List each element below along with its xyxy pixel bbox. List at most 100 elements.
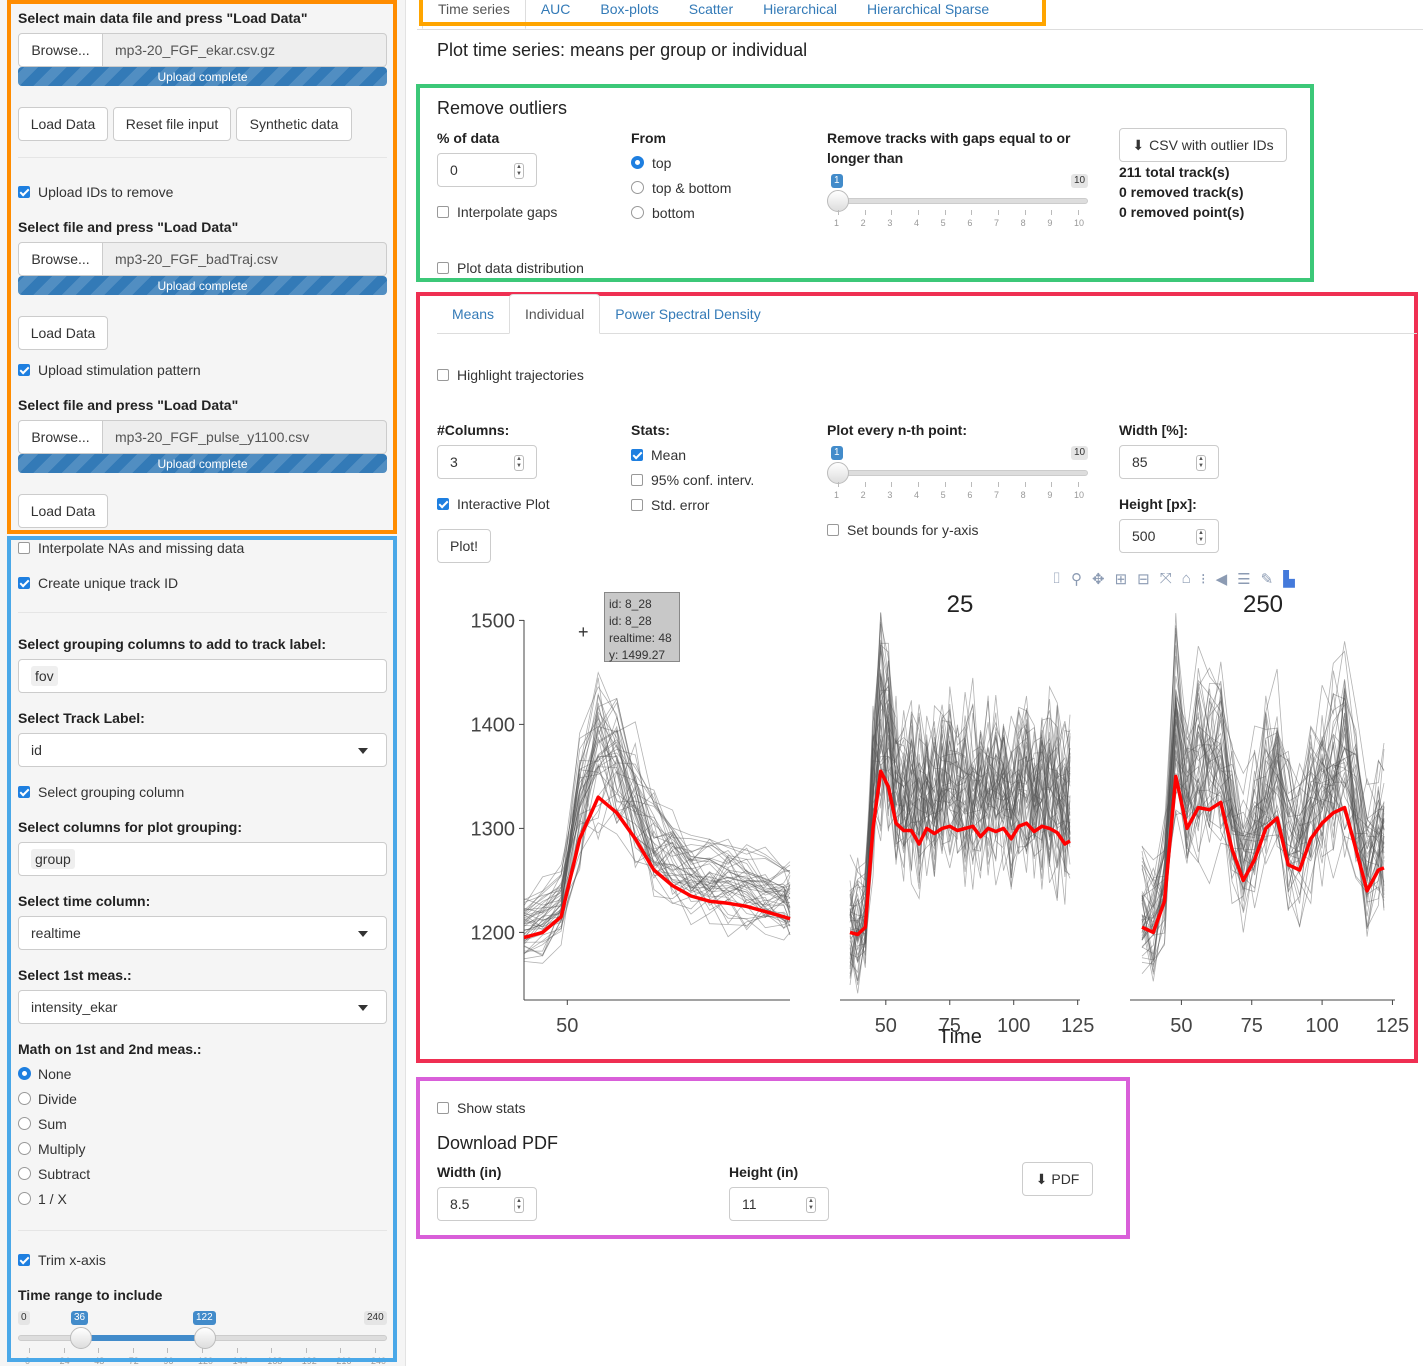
y-tick-label: 1500 [471,610,516,632]
tabs-underline [417,29,1423,30]
nth-slider-track[interactable] [830,470,1088,476]
tab-individual[interactable]: Individual [509,294,601,334]
spinner-icon[interactable]: ▲ ▼ [1196,455,1206,471]
columns-label: #Columns: [437,422,510,438]
slider-tick-label: 9 [1047,490,1053,500]
camera-icon[interactable]: ⌷ [1052,570,1061,590]
highlight-box-sidebar-bottom [7,536,397,1362]
slider-tick [1078,482,1079,487]
x-tick-label: 125 [1376,1015,1409,1037]
from-option-label: bottom [652,205,695,221]
tooltip-line: id: 8_28 [609,597,652,611]
gap-slider-track[interactable] [830,198,1088,204]
pdf-height-label: Height (in) [729,1164,799,1180]
highlight-label: Highlight trajectories [457,367,584,383]
pdf-height-input[interactable]: 11 ▲ ▼ [729,1187,829,1221]
hover-closest-icon[interactable]: ◀ [1216,570,1228,590]
interp-gaps-checkbox[interactable] [437,206,449,218]
spinner-icon[interactable]: ▲ ▼ [514,455,524,471]
hover-tooltip: id: 8_28 id: 8_28 realtime: 48 y: 1499.2… [604,592,680,662]
highlight-checkbox[interactable] [437,369,449,381]
slider-tick-label: 8 [1020,218,1026,228]
x-tick-label: 50 [556,1015,578,1037]
csv-button-label: CSV with outlier IDs [1149,137,1274,153]
plot-button[interactable]: Plot! [437,529,491,563]
slider-tick [864,210,866,215]
home-icon[interactable]: ⌂ [1182,570,1191,590]
y-tick-label: 1300 [471,818,516,840]
spinner-icon[interactable]: ▲ ▼ [1196,529,1206,545]
width-input[interactable]: 85 ▲ ▼ [1119,445,1219,479]
stats-option-label: 95% conf. interv. [651,472,755,488]
zoom-out-icon[interactable]: ⊟ [1137,570,1150,590]
tab-psd[interactable]: Power Spectral Density [600,294,776,334]
zoom-in-icon[interactable]: ⊞ [1115,570,1128,590]
autoscale-icon[interactable]: ⤧ [1160,570,1172,590]
interactive-checkbox[interactable] [437,498,449,510]
x-tick-label: 50 [875,1015,897,1037]
pct-input[interactable]: 0 ▲ ▼ [437,153,537,187]
slider-tick-label: 10 [1074,218,1085,228]
height-input[interactable]: 500 ▲ ▼ [1119,519,1219,553]
slider-tick-label: 9 [1047,218,1053,228]
slider-tick-label: 7 [994,490,1000,500]
slider-tick [971,210,973,215]
slider-tick-label: 2 [860,218,866,228]
columns-value: 3 [450,454,458,470]
slider-tick [1024,482,1026,487]
tab-means[interactable]: Means [437,294,509,334]
removed-points: 0 removed point(s) [1119,204,1245,220]
slider-tick-label: 10 [1074,490,1085,500]
time-series-chart[interactable]: 50120013001400150050 75 100 1252550 75 100 125… [440,590,1420,1050]
plotly-logo-icon[interactable]: ▙ [1283,570,1295,590]
from-radio-bottom[interactable] [631,206,644,219]
show-stats-checkbox[interactable] [437,1102,449,1114]
interactive-label: Interactive Plot [457,496,550,512]
slider-tick [864,482,866,487]
gaps-label-1: Remove tracks with gaps equal to or [827,130,1071,146]
gap-slider-handle[interactable] [827,190,849,212]
height-value: 500 [1132,528,1156,544]
slider-tick-label: 4 [914,490,920,500]
from-radio-top[interactable] [631,156,644,169]
zoom-icon[interactable]: ⚲ [1071,570,1082,590]
from-option-label: top & bottom [652,180,732,196]
from-radio-top-bottom[interactable] [631,181,644,194]
csv-outlier-button[interactable]: ⬇ CSV with outlier IDs [1119,128,1287,162]
pdf-width-input[interactable]: 8.5 ▲ ▼ [437,1187,537,1221]
stats-label: Stats: [631,422,670,438]
spike-lines-icon[interactable]: ⁝ [1201,570,1206,590]
x-axis-label: Time [938,1026,982,1048]
x-tick-label: 100 [997,1015,1030,1037]
slider-tick-label: 6 [967,490,973,500]
nth-slider-handle[interactable] [827,462,849,484]
stats-se-checkbox[interactable] [631,499,643,511]
plot-dist-checkbox[interactable] [437,262,449,274]
download-icon: ⬇ [1035,1170,1048,1187]
stats-ci-checkbox[interactable] [631,474,643,486]
spinner-icon[interactable]: ▲ ▼ [806,1197,816,1213]
gap-slider-max: 10 [1071,174,1089,188]
download-icon: ⬇ [1132,136,1145,153]
slider-tick-label: 1 [834,490,840,500]
columns-input[interactable]: 3 ▲ ▼ [437,445,537,479]
stats-option-label: Std. error [651,497,710,513]
slider-tick-label: 5 [940,218,946,228]
pdf-download-button[interactable]: ⬇ PDF [1022,1162,1093,1196]
ybounds-checkbox[interactable] [827,524,839,536]
spinner-icon[interactable]: ▲ ▼ [514,163,524,179]
plot-tabs: Means Individual Power Spectral Density [437,294,776,334]
pan-icon[interactable]: ✥ [1092,570,1105,590]
spinner-icon[interactable]: ▲ ▼ [514,1197,524,1213]
slider-tick [998,210,999,215]
y-tick-label: 1200 [471,922,516,944]
slider-tick [918,482,919,487]
edit-icon[interactable]: ✎ [1261,570,1274,590]
stats-mean-checkbox[interactable] [631,449,643,461]
from-option-label: top [652,155,672,171]
from-label: From [631,130,666,146]
tooltip-line: id: 8_28 [609,614,652,628]
page-title: Plot time series: means per group or ind… [437,40,808,60]
hover-compare-icon[interactable]: ☰ [1237,570,1250,590]
slider-tick-label: 7 [994,218,1000,228]
